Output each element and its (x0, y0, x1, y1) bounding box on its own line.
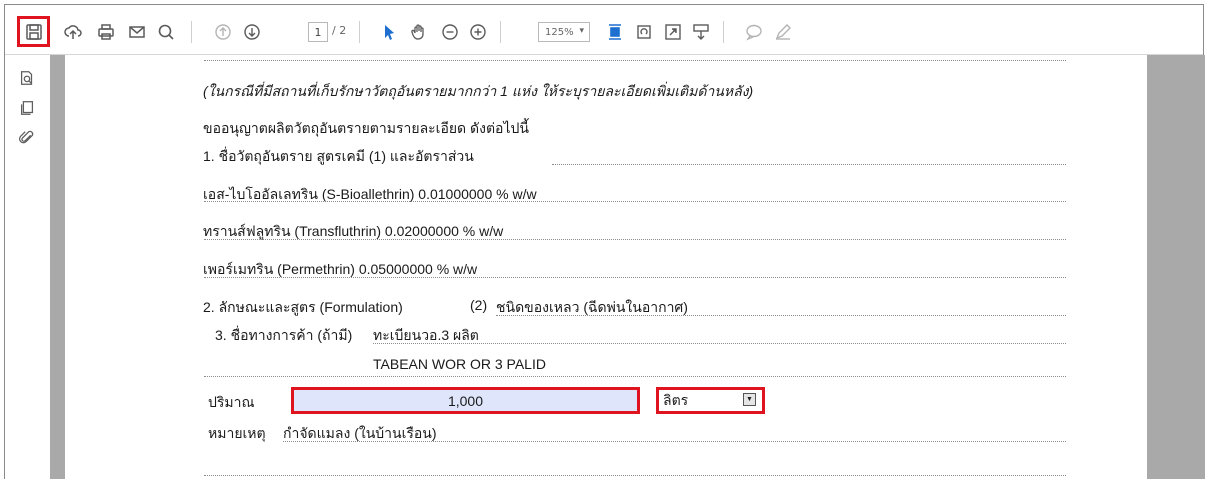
dotted-line (552, 164, 1066, 165)
hand-tool-icon[interactable] (408, 21, 430, 43)
fullscreen-icon[interactable] (662, 21, 684, 43)
toolbar-divider (191, 21, 192, 43)
toolbar-divider (723, 21, 724, 43)
zoom-value: 125% (545, 26, 574, 38)
dotted-line (283, 441, 1066, 442)
dotted-line (204, 239, 1066, 240)
ingredient-line: เอส-ไบโออัลเลทริน (S-Bioallethrin) 0.010… (203, 186, 537, 202)
request-line: ขออนุญาตผลิตวัตถุอันตรายตามรายละเอียด ดั… (203, 120, 529, 136)
toolbar: 1 / 2 125% ▾ (5, 5, 1203, 55)
save-icon[interactable] (23, 21, 45, 43)
dotted-line (204, 277, 1066, 278)
comment-icon[interactable] (743, 21, 765, 43)
dotted-line (204, 475, 1066, 476)
zoom-out-icon[interactable] (439, 21, 461, 43)
dropdown-arrow-icon[interactable]: ▼ (743, 393, 756, 406)
dotted-line (496, 315, 1066, 316)
zoom-dropdown[interactable]: 125% ▾ (538, 22, 590, 42)
dotted-line (204, 376, 1066, 377)
toolbar-divider (359, 21, 360, 43)
item3-label: 3. ชื่อทางการค้า (ถ้ามี) (215, 327, 353, 343)
prev-page-icon[interactable] (212, 21, 234, 43)
print-icon[interactable] (95, 21, 117, 43)
pdf-viewer-window: 1 / 2 125% ▾ (ในกรณีที่มีสถานที่เก็บรักษ… (4, 4, 1205, 479)
item2-label: 2. ลักษณะและสูตร (Formulation) (203, 299, 403, 315)
quantity-label: ปริมาณ (208, 394, 255, 410)
toolbar-divider (500, 21, 501, 43)
unit-value: ลิตร (663, 391, 689, 408)
left-sidebar (5, 55, 50, 479)
item2-ref: (2) (470, 297, 488, 313)
email-icon[interactable] (126, 21, 148, 43)
search-icon[interactable] (155, 21, 177, 43)
rotate-icon[interactable] (633, 21, 655, 43)
trade-name-en: TABEAN WOR OR 3 PALID (373, 356, 546, 372)
dotted-line (373, 343, 1066, 344)
dotted-line (204, 60, 1066, 61)
page-number-input[interactable]: 1 (308, 22, 328, 42)
zoom-in-icon[interactable] (467, 21, 489, 43)
next-page-icon[interactable] (241, 21, 263, 43)
fit-page-icon[interactable] (604, 21, 626, 43)
dotted-line (204, 201, 1066, 202)
form-fields-icon[interactable] (690, 21, 712, 43)
storage-note: (ในกรณีที่มีสถานที่เก็บรักษาวัตถุอันตราย… (203, 83, 754, 99)
remark-label: หมายเหตุ (208, 425, 266, 441)
bookmark-search-icon[interactable] (16, 67, 38, 89)
sign-icon[interactable] (772, 21, 794, 43)
page-thumbnails-icon[interactable] (16, 97, 38, 119)
attachments-icon[interactable] (16, 127, 38, 149)
quantity-input[interactable]: 1,000 (291, 387, 640, 414)
document-viewer[interactable]: ◀ (ในกรณีที่มีสถานที่เก็บรักษาวัตถุอันตร… (50, 55, 1205, 479)
unit-dropdown[interactable]: ลิตร ▼ (656, 387, 765, 414)
upload-icon[interactable] (62, 21, 84, 43)
chevron-down-icon: ▾ (579, 26, 584, 36)
document-page: (ในกรณีที่มีสถานที่เก็บรักษาวัตถุอันตราย… (65, 55, 1147, 479)
item1-label: 1. ชื่อวัตถุอันตราย สูตรเคมี (1) และอัตร… (203, 148, 474, 164)
page-total-label: / 2 (332, 24, 347, 37)
select-tool-icon[interactable] (378, 21, 400, 43)
